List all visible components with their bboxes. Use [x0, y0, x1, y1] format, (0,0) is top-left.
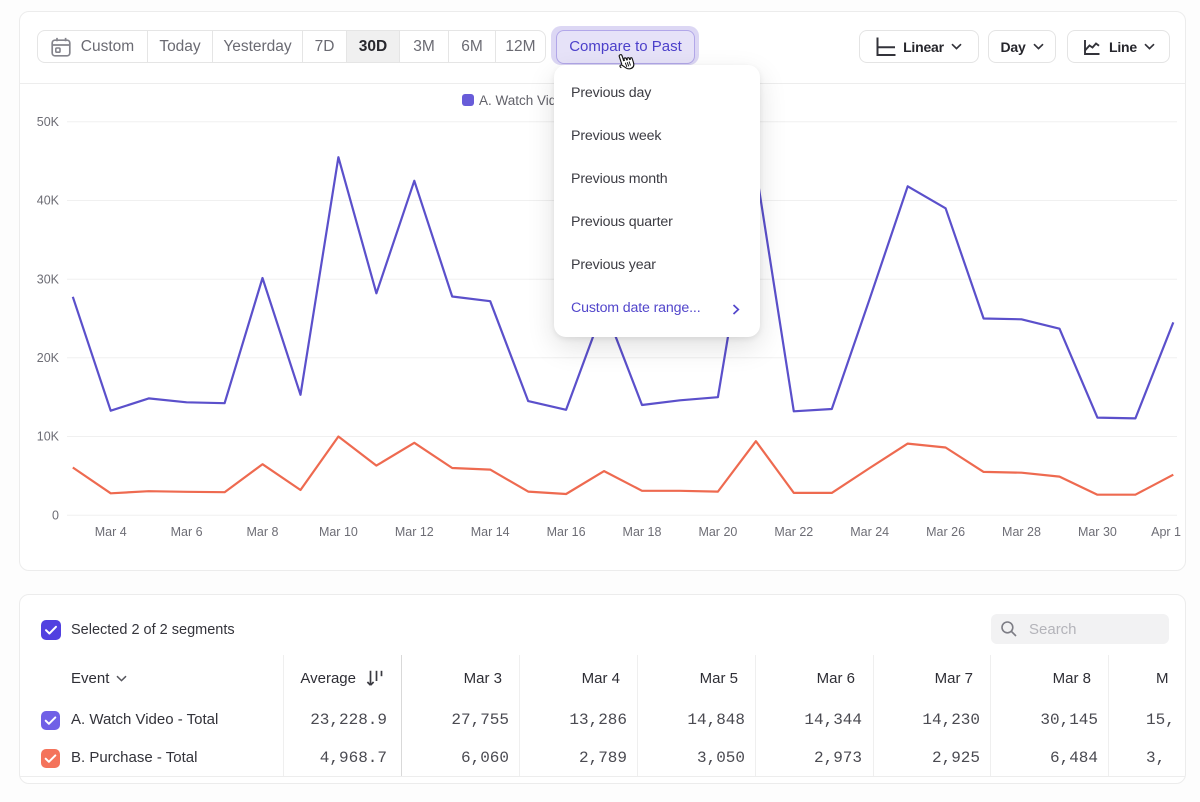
- svg-text:Mar 8: Mar 8: [247, 525, 279, 539]
- svg-text:Mar 14: Mar 14: [471, 525, 510, 539]
- svg-text:Apr 1: Apr 1: [1151, 525, 1181, 539]
- svg-text:50K: 50K: [37, 115, 60, 129]
- svg-text:Mar 22: Mar 22: [774, 525, 813, 539]
- svg-text:Mar 4: Mar 4: [95, 525, 127, 539]
- svg-text:Mar 16: Mar 16: [547, 525, 586, 539]
- svg-text:0: 0: [52, 508, 59, 522]
- svg-text:Mar 6: Mar 6: [171, 525, 203, 539]
- svg-text:Mar 24: Mar 24: [850, 525, 889, 539]
- svg-text:40K: 40K: [37, 194, 60, 208]
- svg-text:Mar 26: Mar 26: [926, 525, 965, 539]
- svg-text:Mar 10: Mar 10: [319, 525, 358, 539]
- svg-text:10K: 10K: [37, 430, 60, 444]
- svg-text:Mar 28: Mar 28: [1002, 525, 1041, 539]
- svg-text:Mar 18: Mar 18: [623, 525, 662, 539]
- svg-text:Mar 30: Mar 30: [1078, 525, 1117, 539]
- svg-text:20K: 20K: [37, 351, 60, 365]
- svg-text:Mar 20: Mar 20: [698, 525, 737, 539]
- svg-text:30K: 30K: [37, 272, 60, 286]
- svg-text:Mar 12: Mar 12: [395, 525, 434, 539]
